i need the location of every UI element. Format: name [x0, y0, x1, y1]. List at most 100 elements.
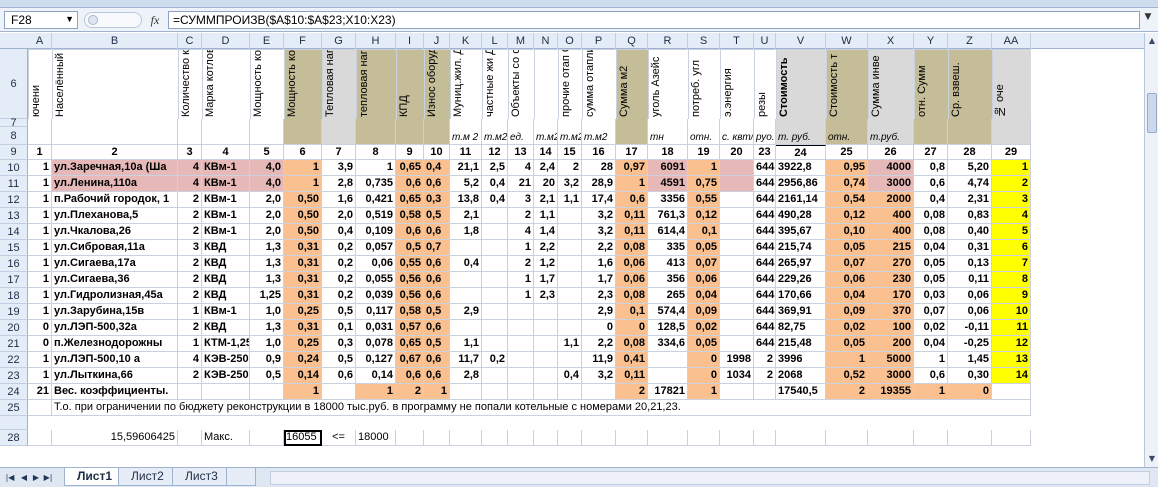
address-cell[interactable]: ул.ЛЭП-500,10 а — [52, 352, 178, 368]
data-cell[interactable] — [482, 272, 508, 288]
row-header[interactable]: 18 — [0, 288, 28, 304]
data-cell[interactable]: 0,10 — [826, 224, 868, 240]
data-cell[interactable]: 0,56 — [396, 272, 424, 288]
data-cell[interactable]: 1,1 — [558, 336, 582, 352]
data-cell[interactable]: 0,50 — [284, 192, 322, 208]
weight-cell[interactable]: 1 — [688, 384, 720, 400]
weight-cell[interactable] — [754, 384, 776, 400]
active-cell[interactable]: 16055 — [284, 430, 322, 446]
row-header[interactable]: 12 — [0, 192, 28, 208]
data-cell[interactable]: 0,2 — [322, 288, 356, 304]
data-cell[interactable]: КВД — [202, 240, 250, 256]
data-cell[interactable]: 2,2 — [582, 240, 616, 256]
data-cell[interactable]: 0,05 — [688, 240, 720, 256]
data-cell[interactable]: 1,25 — [250, 288, 284, 304]
address-cell[interactable]: ул.Ленина,110а — [52, 176, 178, 192]
data-cell[interactable]: 11,7 — [450, 352, 482, 368]
data-cell[interactable] — [482, 208, 508, 224]
data-cell[interactable]: 1 — [992, 160, 1031, 176]
data-cell[interactable]: 3,9 — [322, 160, 356, 176]
header-t[interactable]: э.энергия — [720, 49, 754, 119]
data-cell[interactable]: 0,65 — [396, 336, 424, 352]
summary-cell[interactable] — [868, 430, 914, 446]
unit-w[interactable]: отн. — [826, 119, 868, 145]
data-cell[interactable]: 0,95 — [826, 160, 868, 176]
data-cell[interactable]: 0,6 — [322, 368, 356, 384]
data-cell[interactable]: 2161,14 — [776, 192, 826, 208]
column-header-v[interactable]: V — [776, 33, 826, 49]
data-cell[interactable]: 369,91 — [776, 304, 826, 320]
column-header-z[interactable]: Z — [948, 33, 992, 49]
header-c[interactable]: Количество кот — [178, 49, 202, 119]
data-cell[interactable]: 0,08 — [616, 288, 648, 304]
column-header-j[interactable]: J — [424, 33, 450, 49]
weight-cell[interactable]: 2 — [396, 384, 424, 400]
data-cell[interactable]: 1 — [28, 368, 52, 384]
data-cell[interactable]: 4,0 — [250, 176, 284, 192]
data-cell[interactable]: 2,0 — [250, 208, 284, 224]
data-cell[interactable]: 0,4 — [424, 160, 450, 176]
data-cell[interactable]: 0,03 — [914, 288, 948, 304]
col-number[interactable]: 29 — [992, 145, 1031, 160]
data-cell[interactable]: КВм-1 — [202, 176, 250, 192]
data-cell[interactable]: 3996 — [776, 352, 826, 368]
data-cell[interactable]: 2,0 — [250, 192, 284, 208]
data-cell[interactable]: 0,127 — [356, 352, 396, 368]
column-header-h[interactable]: H — [356, 33, 396, 49]
data-cell[interactable]: 170 — [868, 288, 914, 304]
data-cell[interactable]: 0,74 — [826, 176, 868, 192]
data-cell[interactable]: 1,0 — [250, 336, 284, 352]
data-cell[interactable]: 1,7 — [534, 272, 558, 288]
data-cell[interactable]: 0,30 — [948, 368, 992, 384]
data-cell[interactable]: 1 — [28, 224, 52, 240]
row-header[interactable]: 13 — [0, 208, 28, 224]
address-cell[interactable]: ул.Сигаева,17а — [52, 256, 178, 272]
col-number[interactable]: 27 — [914, 145, 948, 160]
data-cell[interactable]: 0,55 — [688, 192, 720, 208]
column-header-q[interactable]: Q — [616, 33, 648, 49]
unit-f[interactable] — [284, 119, 322, 145]
row-header[interactable] — [0, 416, 28, 430]
data-cell[interactable]: 3,2 — [582, 224, 616, 240]
data-cell[interactable]: 2,1 — [450, 208, 482, 224]
data-cell[interactable] — [558, 208, 582, 224]
data-cell[interactable]: 0,83 — [948, 208, 992, 224]
data-cell[interactable]: 3 — [508, 192, 534, 208]
data-cell[interactable]: 3000 — [868, 176, 914, 192]
data-cell[interactable]: 0,55 — [396, 256, 424, 272]
data-cell[interactable] — [450, 288, 482, 304]
column-header-w[interactable]: W — [826, 33, 868, 49]
header-u[interactable]: резы — [754, 49, 776, 119]
col-number[interactable]: 24 — [776, 145, 826, 160]
data-cell[interactable]: 12 — [992, 336, 1031, 352]
data-cell[interactable]: 0,02 — [688, 320, 720, 336]
data-cell[interactable]: 0,06 — [616, 272, 648, 288]
data-cell[interactable] — [482, 224, 508, 240]
row-header[interactable]: 22 — [0, 352, 28, 368]
data-cell[interactable] — [508, 368, 534, 384]
data-cell[interactable]: 0,31 — [284, 320, 322, 336]
data-cell[interactable]: 11 — [992, 320, 1031, 336]
header-l[interactable]: частные жи Дома — [482, 49, 508, 119]
unit-t[interactable]: с. квт/ч — [720, 119, 754, 145]
data-cell[interactable]: 0 — [688, 352, 720, 368]
data-cell[interactable]: 2 — [508, 256, 534, 272]
data-cell[interactable]: 2,8 — [450, 368, 482, 384]
data-cell[interactable]: 2 — [178, 192, 202, 208]
header-v[interactable]: Стоимость — [776, 49, 826, 119]
weight-cell[interactable]: 0 — [948, 384, 992, 400]
data-cell[interactable]: 0,11 — [948, 272, 992, 288]
prev-sheet-icon[interactable]: ◀ — [18, 471, 30, 485]
data-cell[interactable]: 14 — [992, 368, 1031, 384]
data-cell[interactable]: 644 — [754, 288, 776, 304]
data-cell[interactable]: 0,6 — [424, 368, 450, 384]
unit-y[interactable] — [914, 119, 948, 145]
row-header[interactable]: 14 — [0, 224, 28, 240]
data-cell[interactable]: 1,1 — [558, 192, 582, 208]
data-cell[interactable]: 10 — [992, 304, 1031, 320]
data-cell[interactable]: 0,05 — [914, 272, 948, 288]
data-cell[interactable]: 1,7 — [582, 272, 616, 288]
header-aa[interactable]: № оче — [992, 49, 1031, 119]
data-cell[interactable]: 9 — [992, 288, 1031, 304]
header-h[interactable]: тепловая нагру — [356, 49, 396, 119]
